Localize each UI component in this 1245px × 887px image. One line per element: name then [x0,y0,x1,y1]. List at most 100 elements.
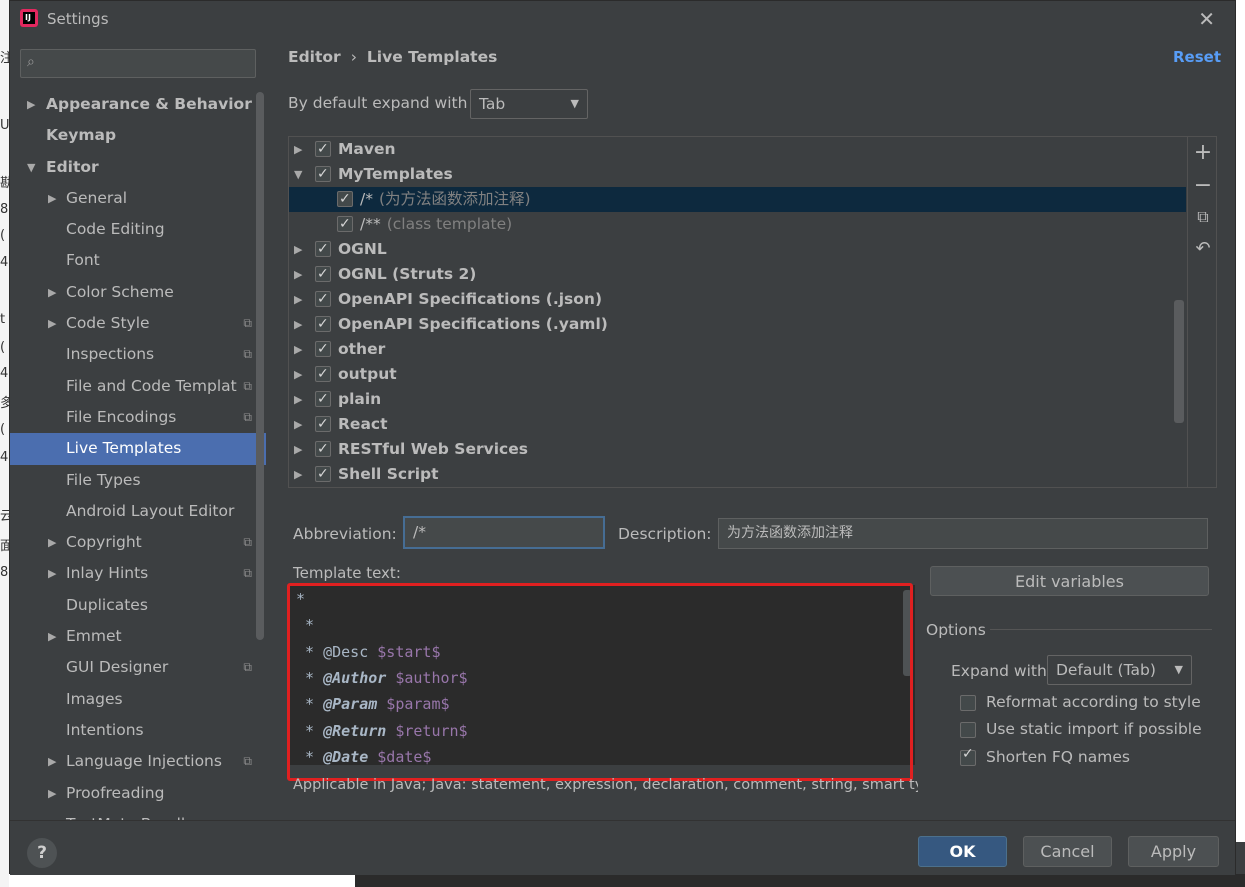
default-expand-select[interactable]: Tab ▼ [470,89,588,119]
template-checkbox[interactable] [315,462,331,487]
sidebar-item-file-and-code-templat[interactable]: File and Code Templat ⧉ [10,371,256,402]
breadcrumb-parent[interactable]: Editor [288,48,341,66]
template-row[interactable]: ▶ other [289,337,1186,362]
settings-search-input[interactable]: ⌕ [20,49,256,78]
expand-down-icon[interactable]: ▼ [294,162,302,187]
expand-right-icon[interactable]: ▶ [48,277,56,308]
template-checkbox[interactable] [315,362,331,387]
close-icon[interactable]: ✕ [1198,7,1215,31]
add-icon[interactable]: + [1188,140,1216,165]
template-checkbox[interactable] [315,337,331,362]
sidebar-item-images[interactable]: Images [10,684,256,715]
static-import-checkbox-box[interactable] [960,722,976,738]
template-row[interactable]: ▶ React [289,412,1186,437]
sidebar-scrollbar[interactable] [256,92,264,640]
sidebar-item-appearance-behavior[interactable]: ▶ Appearance & Behavior [10,89,256,120]
expand-right-icon[interactable]: ▶ [48,746,56,777]
description-input[interactable]: 为方法函数添加注释 [718,518,1208,549]
template-checkbox[interactable] [315,287,331,312]
sidebar-item-editor[interactable]: ▼ Editor [10,152,256,183]
template-checkbox[interactable] [315,412,331,437]
template-checkbox[interactable] [315,387,331,412]
template-text-label: Template text: [293,564,401,582]
sidebar-item-file-encodings[interactable]: File Encodings ⧉ [10,402,256,433]
template-checkbox[interactable] [315,237,331,262]
template-row[interactable]: ▶ Maven [289,137,1186,162]
template-row[interactable]: /** (class template) [289,212,1186,237]
template-row[interactable]: ▶ Shell Script [289,462,1186,487]
shorten-fq-checkbox-box[interactable] [960,746,976,766]
remove-icon[interactable]: − [1188,173,1216,198]
sidebar-item-copyright[interactable]: ▶ Copyright ⧉ [10,527,256,558]
template-row[interactable]: ▼ MyTemplates [289,162,1186,187]
expand-with-select[interactable]: Default (Tab) ▼ [1047,655,1192,685]
template-checkbox[interactable] [315,162,331,187]
template-row[interactable]: ▶ OpenAPI Specifications (.json) [289,287,1186,312]
template-checkbox[interactable] [337,212,353,237]
undo-icon[interactable]: ↶ [1188,238,1216,259]
templates-scrollbar[interactable] [1174,300,1184,423]
apply-button[interactable]: Apply [1128,836,1219,867]
edit-variables-button[interactable]: Edit variables [930,566,1209,596]
sidebar-item-language-injections[interactable]: ▶ Language Injections ⧉ [10,746,256,777]
abbreviation-input[interactable]: /* [403,516,605,549]
template-checkbox[interactable] [315,312,331,337]
template-row[interactable]: ▶ plain [289,387,1186,412]
template-row[interactable]: ▶ output [289,362,1186,387]
expand-down-icon[interactable]: ▼ [27,152,35,183]
help-button[interactable]: ? [27,838,57,868]
ok-button[interactable]: OK [918,836,1007,867]
expand-right-icon[interactable]: ▶ [48,621,56,652]
template-row[interactable]: ▶ OGNL (Struts 2) [289,262,1186,287]
sidebar-item-inspections[interactable]: Inspections ⧉ [10,339,256,370]
sidebar-item-code-editing[interactable]: Code Editing [10,214,256,245]
expand-right-icon[interactable]: ▶ [27,89,35,120]
template-row[interactable]: /* (为方法函数添加注释) [289,187,1186,212]
expand-right-icon[interactable]: ▶ [48,183,56,214]
copy-icon[interactable]: ⧉ [1188,207,1216,227]
template-text: OpenAPI Specifications (.yaml) [338,312,608,337]
expand-right-icon[interactable]: ▶ [294,312,302,337]
sidebar-item-proofreading[interactable]: ▶ Proofreading [10,778,256,809]
template-text: RESTful Web Services [338,437,528,462]
reformat-checkbox-box[interactable] [960,695,976,711]
sidebar-item-font[interactable]: Font [10,245,256,276]
expand-right-icon[interactable]: ▶ [294,337,302,362]
sidebar-item-live-templates[interactable]: Live Templates [10,433,266,465]
sidebar-item-code-style[interactable]: ▶ Code Style ⧉ [10,308,256,339]
expand-right-icon[interactable]: ▶ [294,137,302,162]
expand-right-icon[interactable]: ▶ [294,287,302,312]
template-checkbox[interactable] [315,437,331,462]
template-row[interactable]: ▶ OpenAPI Specifications (.yaml) [289,312,1186,337]
applicable-contexts-link[interactable]: Applicable in Java; Java: statement, exp… [293,777,918,793]
sidebar-item-android-layout-editor[interactable]: Android Layout Editor [10,496,256,527]
expand-right-icon[interactable]: ▶ [294,462,302,487]
sidebar-item-intentions[interactable]: Intentions [10,715,256,746]
template-row[interactable]: ▶ OGNL [289,237,1186,262]
template-checkbox[interactable] [315,137,331,162]
expand-right-icon[interactable]: ▶ [294,412,302,437]
cancel-button[interactable]: Cancel [1023,836,1112,867]
expand-right-icon[interactable]: ▶ [48,308,56,339]
reset-link[interactable]: Reset [1173,48,1221,66]
expand-right-icon[interactable]: ▶ [48,527,56,558]
expand-right-icon[interactable]: ▶ [294,237,302,262]
expand-right-icon[interactable]: ▶ [48,778,56,809]
expand-right-icon[interactable]: ▶ [48,558,56,589]
expand-right-icon[interactable]: ▶ [294,362,302,387]
expand-right-icon[interactable]: ▶ [294,387,302,412]
template-row[interactable]: ▶ RESTful Web Services [289,437,1186,462]
sidebar-item-keymap[interactable]: Keymap [10,120,256,151]
template-checkbox[interactable] [337,187,353,212]
expand-right-icon[interactable]: ▶ [294,437,302,462]
sidebar-item-duplicates[interactable]: Duplicates [10,590,256,621]
sidebar-item-general[interactable]: ▶ General [10,183,256,214]
sidebar-item-inlay-hints[interactable]: ▶ Inlay Hints ⧉ [10,558,256,589]
sidebar-item-emmet[interactable]: ▶ Emmet [10,621,256,652]
template-checkbox[interactable] [315,262,331,287]
sidebar-item-file-types[interactable]: File Types [10,465,256,496]
expand-right-icon[interactable]: ▶ [294,262,302,287]
sidebar-item-gui-designer[interactable]: GUI Designer ⧉ [10,652,256,683]
sidebar-item-color-scheme[interactable]: ▶ Color Scheme [10,277,256,308]
sidebar-item-textmate-bundl[interactable]: TextMate Bundl [10,809,256,820]
